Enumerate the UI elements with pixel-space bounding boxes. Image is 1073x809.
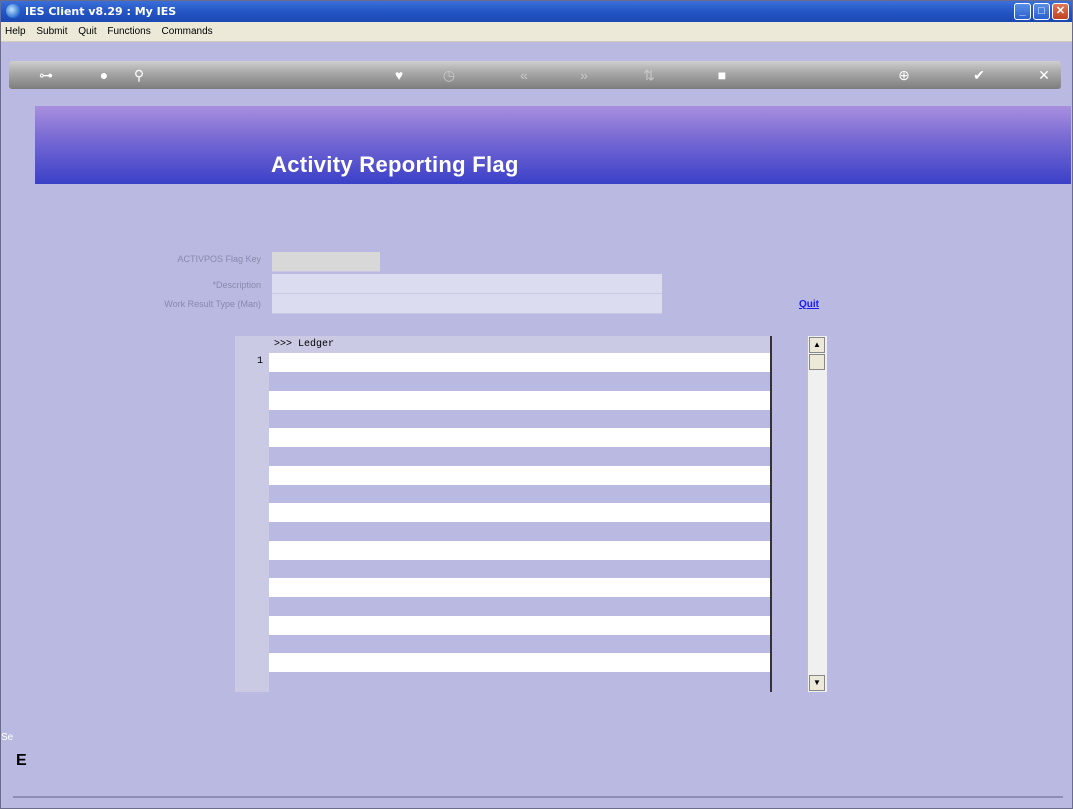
table-row[interactable] [269, 390, 770, 410]
heart-icon[interactable]: ♥ [384, 61, 414, 89]
grid-header-label: >>> Ledger [274, 339, 335, 350]
status-bar [13, 796, 1063, 798]
description-label: *Description [212, 280, 261, 290]
ledger-grid: 1 >>> Ledger [235, 336, 772, 692]
table-row[interactable] [269, 428, 770, 447]
table-row[interactable] [269, 578, 770, 597]
row-number-column: 1 [235, 336, 269, 692]
print-icon[interactable]: ⊕ [889, 61, 919, 89]
minimize-button[interactable]: _ [1014, 3, 1031, 20]
menu-quit[interactable]: Quit [74, 22, 100, 41]
menu-bar: Help Submit Quit Functions Commands [1, 22, 1072, 42]
work-result-field[interactable] [272, 294, 662, 314]
table-row[interactable] [269, 653, 770, 672]
search-icon[interactable]: ⚲ [124, 61, 154, 89]
ie-icon [6, 4, 20, 18]
check-icon[interactable]: ✔ [964, 61, 994, 89]
table-row[interactable] [269, 615, 770, 635]
cancel-icon[interactable]: ✕ [1029, 61, 1059, 89]
help-icon[interactable]: ● [89, 61, 119, 89]
page-title: Activity Reporting Flag [271, 152, 519, 177]
close-button[interactable]: ✕ [1052, 3, 1069, 20]
toolbar: ⊶ ● ⚲ ♥ ◷ « » ⇅ ■ ⊕ ✔ ✕ [9, 61, 1061, 89]
app-window: IES Client v8.29 : My IES _ □ ✕ Help Sub… [0, 0, 1073, 809]
next-icon[interactable]: » [569, 61, 599, 89]
work-result-label: Work Result Type (Man) [164, 299, 261, 309]
maximize-button[interactable]: □ [1033, 3, 1050, 20]
menu-commands[interactable]: Commands [158, 22, 217, 41]
flag-key-field[interactable] [272, 252, 380, 272]
grid-divider [770, 336, 772, 692]
key-icon[interactable]: ⊶ [31, 61, 61, 89]
table-row[interactable] [269, 353, 770, 372]
table-row[interactable] [269, 503, 770, 522]
scroll-thumb[interactable] [809, 354, 825, 370]
grid-rows [269, 353, 770, 691]
side-panel-label: Se [1, 732, 14, 743]
stop-icon[interactable]: ■ [707, 61, 737, 89]
menu-help[interactable]: Help [1, 22, 30, 41]
menu-functions[interactable]: Functions [103, 22, 154, 41]
description-field[interactable] [272, 274, 662, 294]
table-row[interactable] [269, 465, 770, 485]
side-panel-value: E [16, 752, 27, 769]
grid-header: >>> Ledger [269, 336, 770, 353]
previous-icon[interactable]: « [509, 61, 539, 89]
grid-scrollbar[interactable]: ▲ ▼ [807, 336, 827, 692]
menu-submit[interactable]: Submit [32, 22, 71, 41]
sort-icon[interactable]: ⇅ [634, 61, 664, 89]
scroll-up-icon[interactable]: ▲ [809, 337, 825, 353]
quit-link[interactable]: Quit [799, 299, 819, 310]
clock-icon[interactable]: ◷ [434, 61, 464, 89]
table-row[interactable] [269, 540, 770, 560]
scroll-down-icon[interactable]: ▼ [809, 675, 825, 691]
row-number: 1 [256, 356, 263, 367]
page-header: Activity Reporting Flag [35, 106, 1071, 184]
title-bar: IES Client v8.29 : My IES _ □ ✕ [1, 1, 1072, 22]
flag-key-label: ACTIVPOS Flag Key [177, 254, 261, 264]
window-title: IES Client v8.29 : My IES [25, 5, 177, 18]
